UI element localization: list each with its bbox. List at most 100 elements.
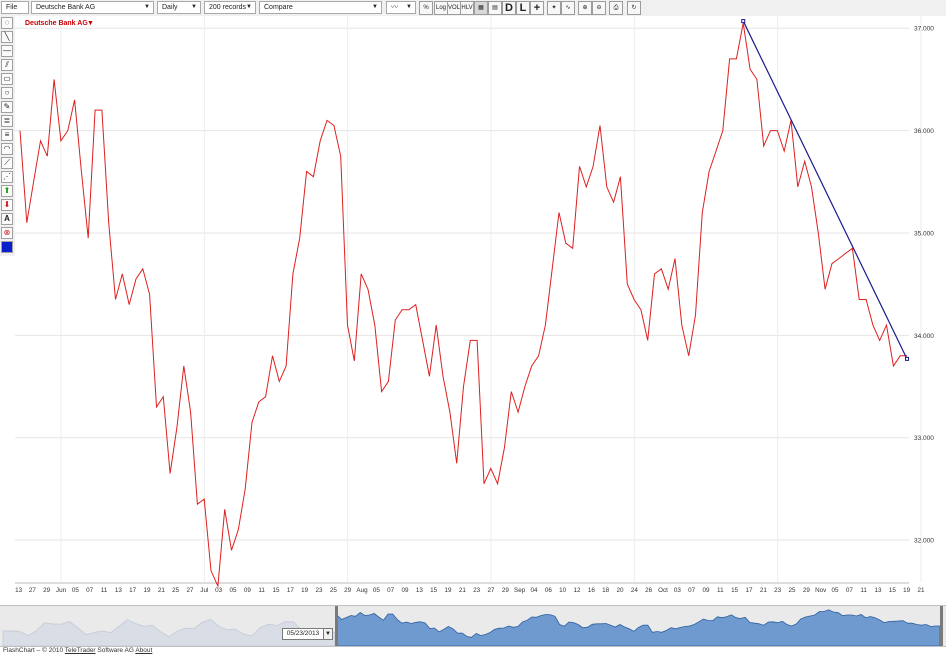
footer-copyright: FlashChart – © 2010	[3, 647, 65, 654]
horizontal-line-tool-icon[interactable]: —	[1, 45, 13, 57]
parallel-line-tool-icon[interactable]: ⫽	[1, 59, 13, 71]
x-tick-label: 11	[258, 587, 265, 594]
x-tick-label: 05	[831, 587, 839, 594]
hlv-button[interactable]: HLV	[460, 1, 474, 15]
x-tick-label: 23	[315, 587, 323, 594]
rectangle-tool-icon[interactable]: ▭	[1, 73, 13, 85]
navigator-date-dropdown[interactable]: ▼	[323, 628, 333, 640]
volume-button[interactable]: VOL	[447, 1, 461, 15]
trendline-handle-start[interactable]	[742, 20, 745, 23]
navigator-right-handle[interactable]	[940, 606, 943, 646]
delete-icon[interactable]: ⊗	[1, 227, 13, 239]
x-tick-label: 29	[502, 587, 510, 594]
crosshair-button[interactable]: +	[530, 1, 544, 15]
drawing-toolbar: ◌ ╲ — ⫽ ▭ ○ ✎ ≣ ≡ ◠ ⟋ ⋰ ⬆ ⬇ A ⊗	[0, 16, 16, 256]
x-tick-label: 12	[573, 587, 581, 594]
price-chart[interactable]: 32.00033.00034.00035.00036.00037.000 '13…	[15, 16, 946, 605]
chevron-down-icon: ▼	[191, 2, 197, 13]
x-tick-label: 20	[616, 587, 624, 594]
print-button[interactable]: ⎙	[609, 1, 623, 15]
x-tick-label: 09	[702, 587, 710, 594]
x-tick-label: 15	[731, 587, 739, 594]
file-menu[interactable]: File	[1, 1, 29, 14]
grid-lines-button[interactable]: ▤	[488, 1, 502, 15]
navigator-chart	[0, 606, 946, 646]
d-button-label: D	[505, 2, 513, 14]
percent-button[interactable]: %	[419, 1, 433, 15]
indicator-button[interactable]: ✦	[547, 1, 561, 15]
grid-toggle-button[interactable]: ▦	[474, 1, 488, 15]
x-tick-label: 03	[215, 587, 223, 594]
chart-type-select[interactable]: 〰▼	[386, 1, 416, 14]
retracement-tool-icon[interactable]: ≡	[1, 129, 13, 141]
navigator-selected-area	[337, 610, 940, 646]
chevron-down-icon: ▼	[372, 2, 378, 13]
trendline-handle-end[interactable]	[906, 357, 909, 360]
color-picker-icon[interactable]	[1, 241, 13, 253]
x-tick-label: 27	[487, 587, 495, 594]
x-tick-label: 09	[244, 587, 252, 594]
y-tick-label: 34.000	[914, 333, 934, 340]
x-tick-label: 13	[115, 587, 123, 594]
navigator-left-handle[interactable]	[335, 606, 338, 646]
arrow-down-icon[interactable]: ⬇	[1, 199, 13, 211]
refresh-icon: ↻	[631, 5, 636, 11]
study-button[interactable]: ∿	[561, 1, 575, 15]
x-tick-label: 25	[330, 587, 338, 594]
footer-about-link[interactable]: About	[135, 647, 152, 654]
wave-icon: ∿	[565, 5, 570, 11]
x-tick-label: 04	[530, 587, 538, 594]
zoom-out-button[interactable]: ⊖	[592, 1, 606, 15]
d-button[interactable]: D	[502, 1, 516, 15]
instrument-select[interactable]: Deutsche Bank AG▼	[31, 1, 154, 14]
x-tick-label: Sep	[514, 587, 526, 594]
x-tick-label: 09	[401, 587, 409, 594]
pointer-tool-icon[interactable]: ◌	[1, 17, 13, 29]
pen-tool-icon[interactable]: ✎	[1, 101, 13, 113]
text-tool-icon[interactable]: A	[1, 213, 13, 225]
y-tick-label: 35.000	[914, 230, 934, 237]
interval-select[interactable]: Daily▼	[157, 1, 201, 14]
footer-company-link[interactable]: TeleTrader	[65, 647, 96, 654]
y-tick-label: 36.000	[914, 128, 934, 135]
volume-button-label: VOL	[448, 5, 460, 11]
x-tick-label: 25	[172, 587, 180, 594]
arrow-up-icon[interactable]: ⬆	[1, 185, 13, 197]
legend: Deutsche Bank AG ▼	[25, 20, 94, 27]
x-tick-label: 29	[803, 587, 811, 594]
zoom-out-icon: ⊖	[596, 5, 601, 11]
fan-tool-icon[interactable]: ⟋	[1, 157, 13, 169]
log-button[interactable]: Log	[434, 1, 448, 15]
records-select[interactable]: 200 records▼	[204, 1, 256, 14]
x-tick-label: 05	[229, 587, 237, 594]
x-tick-label: 05	[373, 587, 381, 594]
zoom-in-button[interactable]: ⊕	[578, 1, 592, 15]
ellipse-tool-icon[interactable]: ○	[1, 87, 13, 99]
x-tick-label: 27	[29, 587, 37, 594]
x-tick-label: 17	[129, 587, 137, 594]
records-select-label: 200 records	[209, 4, 246, 11]
x-tick-label: 19	[143, 587, 151, 594]
navigator[interactable]	[0, 605, 946, 647]
print-icon: ⎙	[614, 5, 619, 11]
x-tick-label: 21	[158, 587, 166, 594]
l-button[interactable]: L	[516, 1, 530, 15]
x-tick-label: 24	[631, 587, 639, 594]
channel-tool-icon[interactable]: ⋰	[1, 171, 13, 183]
x-tick-label: 05	[72, 587, 80, 594]
x-tick-label: 17	[287, 587, 295, 594]
compare-select[interactable]: Compare ▼	[259, 1, 382, 14]
reset-button[interactable]: ↻	[627, 1, 641, 15]
x-tick-label: 07	[86, 587, 94, 594]
chevron-down-icon: ▼	[246, 2, 252, 13]
x-tick-label: 15	[272, 587, 280, 594]
arc-tool-icon[interactable]: ◠	[1, 143, 13, 155]
file-menu-label: File	[6, 4, 17, 11]
navigator-date-field[interactable]: 05/23/2013	[282, 628, 324, 640]
legend-dropdown-icon[interactable]: ▼	[87, 20, 94, 27]
compare-select-label: Compare	[264, 4, 293, 11]
fibonacci-tool-icon[interactable]: ≣	[1, 115, 13, 127]
x-tick-label: 17	[745, 587, 753, 594]
line-tool-icon[interactable]: ╲	[1, 31, 13, 43]
x-tick-label: 13	[416, 587, 424, 594]
